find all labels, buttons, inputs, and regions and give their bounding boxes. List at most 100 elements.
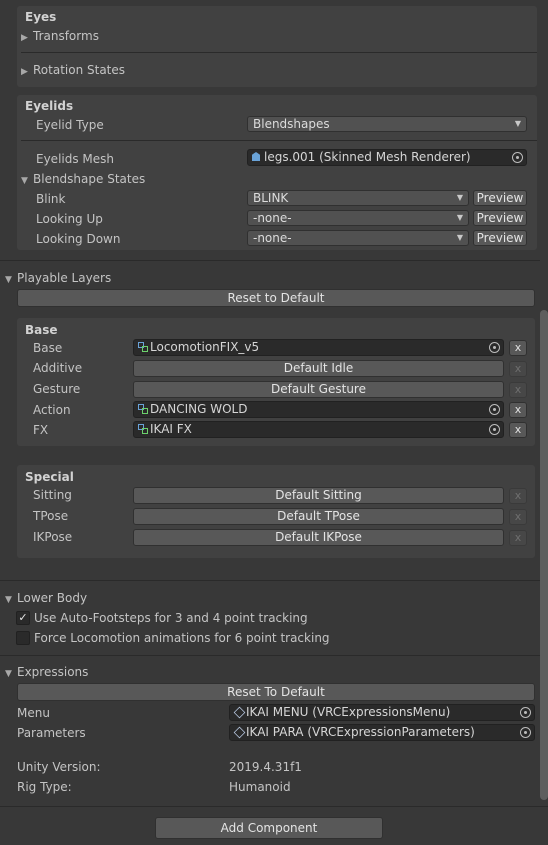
foldout-closed-icon: ▶ bbox=[21, 67, 28, 77]
object-picker-icon[interactable] bbox=[489, 404, 500, 415]
animator-controller-icon bbox=[137, 403, 148, 414]
reset-to-default-button[interactable]: Reset to Default bbox=[17, 289, 535, 307]
lower-body-foldout[interactable]: ▼ Lower Body bbox=[5, 590, 87, 608]
force-locomotion-checkbox[interactable] bbox=[16, 631, 30, 645]
divider bbox=[0, 655, 540, 656]
clear-button[interactable]: x bbox=[509, 402, 527, 418]
transforms-foldout[interactable]: ▶ Transforms bbox=[21, 28, 99, 46]
base-title: Base bbox=[25, 323, 58, 337]
default-tpose-button[interactable]: Default TPose bbox=[133, 508, 504, 525]
additive-layer-label: Additive bbox=[33, 361, 83, 375]
special-title: Special bbox=[25, 470, 74, 484]
foldout-closed-icon: ▶ bbox=[21, 33, 28, 43]
looking-up-label: Looking Up bbox=[36, 212, 103, 226]
object-picker-icon[interactable] bbox=[512, 152, 523, 163]
eyelid-type-value: Blendshapes bbox=[253, 117, 330, 131]
eyelids-mesh-field[interactable]: legs.001 (Skinned Mesh Renderer) bbox=[247, 149, 527, 166]
chevron-down-icon: ▼ bbox=[456, 213, 463, 222]
rig-type-label: Rig Type: bbox=[17, 780, 72, 794]
looking-down-dropdown[interactable]: -none- ▼ bbox=[247, 230, 469, 246]
eyelid-type-label: Eyelid Type bbox=[36, 118, 104, 132]
looking-up-dropdown[interactable]: -none- ▼ bbox=[247, 210, 469, 226]
clear-button[interactable]: x bbox=[509, 509, 527, 525]
sitting-layer-label: Sitting bbox=[33, 488, 72, 502]
base-layer-field[interactable]: LocomotionFIX_v5 bbox=[133, 339, 504, 356]
object-picker-icon[interactable] bbox=[489, 424, 500, 435]
scriptable-object-icon bbox=[233, 726, 244, 737]
tpose-layer-label: TPose bbox=[33, 509, 69, 523]
unity-version-label: Unity Version: bbox=[17, 760, 101, 774]
base-layer-label: Base bbox=[33, 341, 63, 355]
ikpose-layer-label: IKPose bbox=[33, 530, 73, 544]
looking-up-preview-button[interactable]: Preview bbox=[473, 210, 527, 226]
parameters-field[interactable]: IKAI PARA (VRCExpressionParameters) bbox=[229, 724, 535, 741]
unity-version-value: 2019.4.31f1 bbox=[229, 760, 302, 774]
looking-up-value: -none- bbox=[253, 211, 292, 225]
action-layer-field[interactable]: DANCING WOLD bbox=[133, 401, 504, 418]
eyelid-type-dropdown[interactable]: Blendshapes ▼ bbox=[247, 116, 527, 132]
blink-value: BLINK bbox=[253, 191, 289, 205]
lower-body-label: Lower Body bbox=[17, 591, 88, 605]
menu-label: Menu bbox=[17, 706, 50, 720]
auto-footsteps-checkbox[interactable]: ✓ bbox=[16, 611, 30, 625]
default-sitting-button[interactable]: Default Sitting bbox=[133, 487, 504, 504]
eyelids-mesh-label: Eyelids Mesh bbox=[36, 152, 115, 166]
chevron-down-icon: ▼ bbox=[456, 193, 463, 202]
eyelids-mesh-value: legs.001 (Skinned Mesh Renderer) bbox=[264, 150, 471, 164]
action-layer-label: Action bbox=[33, 403, 71, 417]
foldout-open-icon: ▼ bbox=[5, 669, 12, 679]
playable-layers-label: Playable Layers bbox=[17, 271, 112, 285]
gesture-layer-label: Gesture bbox=[33, 382, 81, 396]
object-picker-icon[interactable] bbox=[520, 707, 531, 718]
reset-expressions-button[interactable]: Reset To Default bbox=[17, 683, 535, 701]
blink-preview-button[interactable]: Preview bbox=[473, 190, 527, 206]
clear-button[interactable]: x bbox=[509, 361, 527, 377]
fx-layer-value: IKAI FX bbox=[150, 422, 192, 436]
expressions-label: Expressions bbox=[17, 665, 89, 679]
clear-button[interactable]: x bbox=[509, 340, 527, 356]
default-idle-button[interactable]: Default Idle bbox=[133, 360, 504, 377]
object-picker-icon[interactable] bbox=[489, 342, 500, 353]
clear-button[interactable]: x bbox=[509, 530, 527, 546]
blendshape-states-label: Blendshape States bbox=[33, 172, 146, 186]
mesh-icon bbox=[251, 151, 262, 162]
default-ikpose-button[interactable]: Default IKPose bbox=[133, 529, 504, 546]
object-picker-icon[interactable] bbox=[520, 727, 531, 738]
expressions-foldout[interactable]: ▼ Expressions bbox=[5, 664, 88, 682]
chevron-down-icon: ▼ bbox=[514, 119, 521, 128]
animator-controller-icon bbox=[137, 341, 148, 352]
clear-button[interactable]: x bbox=[509, 422, 527, 438]
menu-field[interactable]: IKAI MENU (VRCExpressionsMenu) bbox=[229, 704, 535, 721]
force-locomotion-label: Force Locomotion animations for 6 point … bbox=[34, 631, 330, 645]
rotation-states-label: Rotation States bbox=[33, 63, 126, 77]
looking-down-label: Looking Down bbox=[36, 232, 121, 246]
clear-button[interactable]: x bbox=[509, 382, 527, 398]
foldout-open-icon: ▼ bbox=[5, 595, 12, 605]
blink-dropdown[interactable]: BLINK ▼ bbox=[247, 190, 469, 206]
blendshape-states-foldout[interactable]: ▼ Blendshape States bbox=[21, 171, 145, 189]
playable-layers-foldout[interactable]: ▼ Playable Layers bbox=[5, 270, 111, 288]
clear-button[interactable]: x bbox=[509, 488, 527, 504]
scrollbar[interactable] bbox=[540, 310, 548, 800]
divider bbox=[0, 260, 540, 261]
auto-footsteps-label: Use Auto-Footsteps for 3 and 4 point tra… bbox=[34, 611, 308, 625]
base-layer-value: LocomotionFIX_v5 bbox=[150, 340, 260, 354]
rotation-states-foldout[interactable]: ▶ Rotation States bbox=[21, 62, 125, 80]
divider bbox=[21, 52, 537, 53]
fx-layer-field[interactable]: IKAI FX bbox=[133, 421, 504, 438]
looking-down-value: -none- bbox=[253, 231, 292, 245]
default-gesture-button[interactable]: Default Gesture bbox=[133, 381, 504, 398]
animator-controller-icon bbox=[137, 423, 148, 434]
foldout-open-icon: ▼ bbox=[5, 275, 12, 285]
transforms-label: Transforms bbox=[33, 29, 99, 43]
menu-value: IKAI MENU (VRCExpressionsMenu) bbox=[246, 705, 451, 719]
blink-label: Blink bbox=[36, 192, 66, 206]
parameters-label: Parameters bbox=[17, 726, 86, 740]
chevron-down-icon: ▼ bbox=[456, 233, 463, 242]
looking-down-preview-button[interactable]: Preview bbox=[473, 230, 527, 246]
eyelids-title: Eyelids bbox=[25, 99, 74, 113]
add-component-button[interactable]: Add Component bbox=[155, 817, 383, 839]
action-layer-value: DANCING WOLD bbox=[150, 402, 248, 416]
scriptable-object-icon bbox=[233, 706, 244, 717]
divider bbox=[21, 140, 537, 141]
